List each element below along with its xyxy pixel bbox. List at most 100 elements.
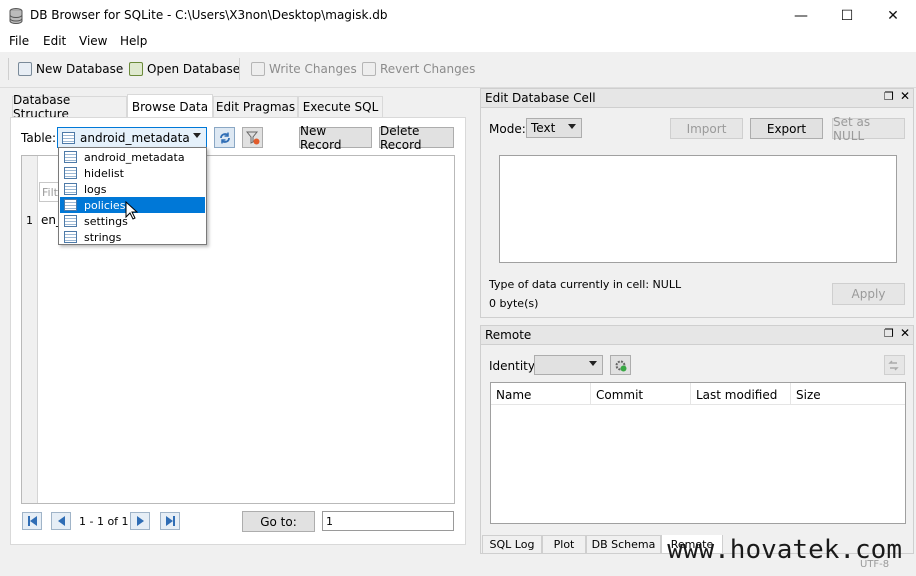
push-icon <box>888 360 899 370</box>
table-icon <box>64 199 77 211</box>
list-item-label: hidelist <box>84 166 124 180</box>
column-header-size[interactable]: Size <box>796 388 821 402</box>
tab-sql-log[interactable]: SQL Log <box>482 535 542 554</box>
clear-filters-button[interactable] <box>242 127 263 148</box>
open-database-button[interactable]: Open Database <box>129 62 240 76</box>
minimize-button[interactable]: — <box>778 0 824 31</box>
export-button[interactable]: Export <box>750 118 823 139</box>
toolbar-separator <box>239 58 240 80</box>
watermark: www.hovatek.com <box>667 535 902 565</box>
column-divider <box>590 383 591 405</box>
open-database-icon <box>129 62 143 76</box>
previous-record-button[interactable] <box>51 512 71 530</box>
list-item[interactable]: logs <box>60 181 205 197</box>
revert-changes-button[interactable]: Revert Changes <box>362 62 475 76</box>
chevron-down-icon <box>589 361 597 366</box>
remote-header: Remote <box>481 326 913 345</box>
new-database-icon <box>18 62 32 76</box>
remote-title: Remote <box>485 328 532 342</box>
list-item-label: settings <box>84 214 128 228</box>
menu-file[interactable]: File <box>9 34 29 48</box>
table-icon <box>64 183 77 195</box>
column-divider <box>690 383 691 405</box>
arrow-right-icon <box>165 516 173 526</box>
list-item-label: policies <box>84 198 126 212</box>
tab-browse-data[interactable]: Browse Data <box>127 94 213 118</box>
list-item[interactable]: hidelist <box>60 165 205 181</box>
apply-button[interactable]: Apply <box>832 283 905 305</box>
table-icon <box>64 231 77 243</box>
menu-edit[interactable]: Edit <box>43 34 66 48</box>
table-icon <box>62 131 75 144</box>
title-bar: DB Browser for SQLite - C:\Users\X3non\D… <box>0 0 916 31</box>
open-database-label: Open Database <box>147 62 241 76</box>
list-item[interactable]: strings <box>60 229 205 245</box>
previous-icon <box>57 516 65 526</box>
table-select[interactable]: android_metadata <box>57 127 207 148</box>
record-count: 1 - 1 of 1 <box>79 515 129 528</box>
window-title: DB Browser for SQLite - C:\Users\X3non\D… <box>30 8 388 22</box>
maximize-button[interactable]: ☐ <box>824 0 870 31</box>
toolbar-grip <box>8 58 9 80</box>
column-header-commit[interactable]: Commit <box>596 388 643 402</box>
tab-db-schema[interactable]: DB Schema <box>586 535 661 554</box>
edit-cell-header: Edit Database Cell <box>481 89 913 108</box>
column-header-last-modified[interactable]: Last modified <box>696 388 777 402</box>
mode-label: Mode: <box>489 122 526 136</box>
gear-icon <box>615 360 627 371</box>
new-database-label: New Database <box>36 62 124 76</box>
cell-editor[interactable] <box>499 155 897 263</box>
first-record-button[interactable] <box>22 512 42 530</box>
goto-input[interactable]: 1 <box>322 511 454 531</box>
menu-view[interactable]: View <box>79 34 107 48</box>
edit-cell-title: Edit Database Cell <box>485 91 596 105</box>
table-select-value: android_metadata <box>80 130 190 145</box>
push-database-button[interactable] <box>884 355 905 375</box>
last-icon <box>172 516 175 526</box>
column-divider <box>790 383 791 405</box>
new-record-button[interactable]: New Record <box>299 124 372 152</box>
write-changes-icon <box>251 62 265 76</box>
clear-filter-icon <box>245 131 259 144</box>
write-changes-label: Write Changes <box>269 62 357 76</box>
import-button[interactable]: Import <box>670 118 743 139</box>
new-database-button[interactable]: New Database <box>18 62 123 76</box>
tab-edit-pragmas[interactable]: Edit Pragmas <box>213 96 298 117</box>
revert-changes-icon <box>362 62 376 76</box>
chevron-down-icon <box>568 124 576 129</box>
next-record-button[interactable] <box>130 512 150 530</box>
delete-record-button[interactable]: Delete Record <box>379 124 454 152</box>
tab-database-structure[interactable]: Database Structure <box>12 93 127 121</box>
cell-type-info: Type of data currently in cell: NULL <box>489 278 682 291</box>
remote-file-list[interactable]: Name Commit Last modified Size <box>490 382 906 524</box>
table-icon <box>64 151 77 163</box>
database-icon <box>9 8 23 24</box>
menu-help[interactable]: Help <box>120 34 147 48</box>
write-changes-button[interactable]: Write Changes <box>251 62 357 76</box>
refresh-button[interactable] <box>214 127 235 148</box>
add-identity-button[interactable] <box>610 355 631 375</box>
tab-plot[interactable]: Plot <box>542 535 586 554</box>
row-number: 1 <box>26 214 33 227</box>
last-record-button[interactable] <box>160 512 180 530</box>
arrow-left-icon <box>29 516 37 526</box>
row-header-column <box>22 156 38 503</box>
float-dock-icon[interactable]: ❐ <box>884 327 894 340</box>
close-dock-icon[interactable]: ✕ <box>900 326 910 340</box>
column-header-name[interactable]: Name <box>496 388 531 402</box>
close-button[interactable]: ✕ <box>870 0 916 31</box>
mode-select-value: Text <box>531 121 556 135</box>
revert-changes-label: Revert Changes <box>380 62 476 76</box>
identity-label: Identity <box>489 359 535 373</box>
close-dock-icon[interactable]: ✕ <box>900 89 910 103</box>
mode-select[interactable]: Text <box>526 118 582 138</box>
table-icon <box>64 167 77 179</box>
list-item-label: android_metadata <box>84 150 185 164</box>
identity-select[interactable] <box>534 355 603 375</box>
toolbar: New Database Open Database Write Changes… <box>0 52 916 88</box>
set-null-button[interactable]: Set as NULL <box>832 115 905 143</box>
list-item[interactable]: android_metadata <box>60 149 205 165</box>
tab-execute-sql[interactable]: Execute SQL <box>298 96 383 117</box>
goto-button[interactable]: Go to: <box>242 511 315 532</box>
float-dock-icon[interactable]: ❐ <box>884 90 894 103</box>
